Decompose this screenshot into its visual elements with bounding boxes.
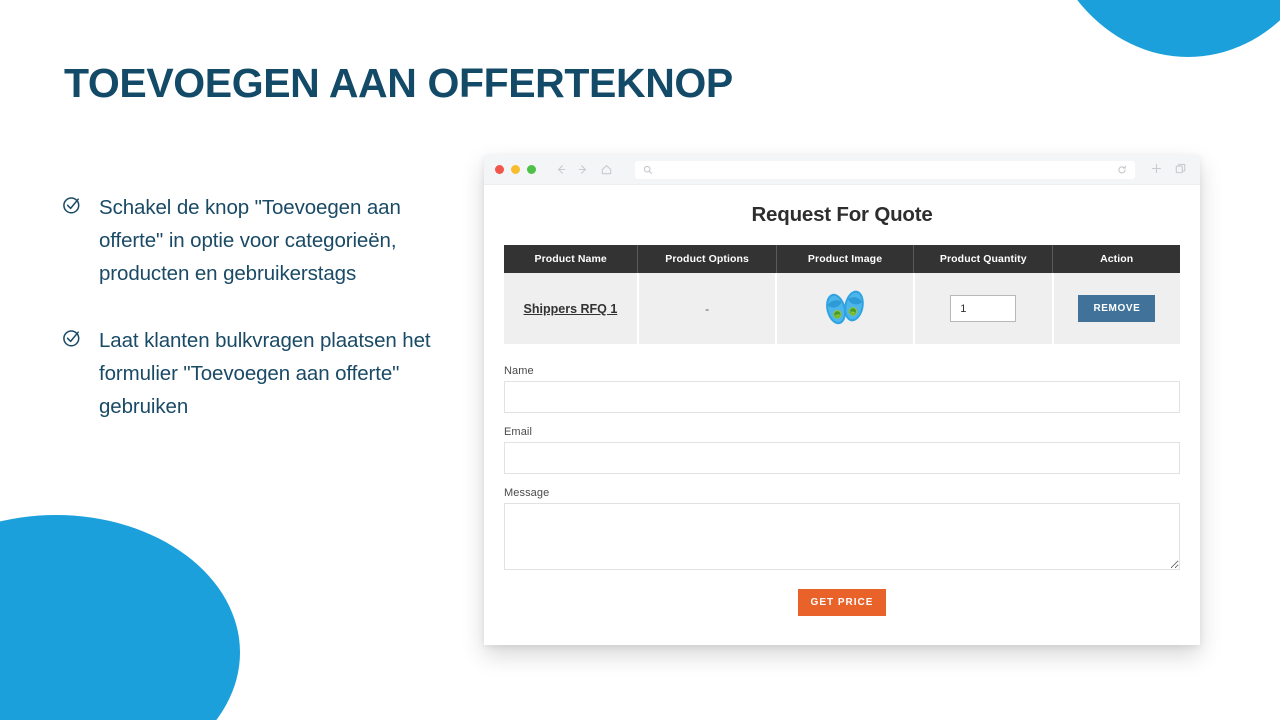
email-field-group: Email [504, 426, 1180, 474]
cell-product-options: - [637, 273, 778, 344]
home-icon[interactable] [600, 163, 613, 176]
name-field-group: Name [504, 365, 1180, 413]
decorative-shape-bottom-left [0, 515, 240, 720]
blue-slippers-product-image [816, 283, 874, 331]
back-arrow-icon[interactable] [554, 163, 567, 176]
cell-product-image [776, 273, 915, 344]
name-field-label: Name [504, 365, 534, 377]
cell-product-quantity [913, 273, 1054, 344]
get-price-button[interactable]: GET PRICE [797, 589, 887, 616]
bullet-list: Schakel de knop "Toevoegen aan offerte" … [62, 191, 462, 457]
list-item: Schakel de knop "Toevoegen aan offerte" … [62, 191, 462, 290]
submit-row: GET PRICE [504, 589, 1180, 616]
search-icon [643, 165, 653, 175]
list-item-label: Schakel de knop "Toevoegen aan offerte" … [99, 196, 401, 285]
column-header-product-quantity: Product Quantity [913, 245, 1054, 273]
column-header-action: Action [1052, 245, 1180, 273]
product-options-value: - [705, 301, 710, 316]
page-content: Request For Quote Product Name Product O… [484, 185, 1200, 645]
check-circle-icon [62, 195, 82, 215]
browser-window: Request For Quote Product Name Product O… [484, 155, 1200, 645]
product-name-link[interactable]: Shippers RFQ 1 [524, 302, 618, 316]
quantity-input[interactable] [950, 295, 1017, 322]
list-item-label: Laat klanten bulkvragen plaatsen het for… [99, 329, 431, 418]
name-input[interactable] [504, 381, 1180, 413]
copy-tabs-icon[interactable] [1175, 161, 1186, 179]
table-row: Shippers RFQ 1 - 1 REMOVE [504, 273, 1180, 344]
message-field-label: Message [504, 487, 550, 499]
cell-action: REMOVE [1052, 273, 1180, 344]
column-header-product-name: Product Name [504, 245, 639, 273]
list-item: Laat klanten bulkvragen plaatsen het for… [62, 324, 462, 423]
toolbar-right-actions[interactable] [1151, 161, 1186, 179]
maximize-window-icon[interactable] [527, 165, 536, 174]
remove-button[interactable]: REMOVE [1078, 295, 1156, 322]
email-input[interactable] [504, 442, 1180, 474]
minimize-window-icon[interactable] [511, 165, 520, 174]
address-bar[interactable] [635, 160, 1135, 179]
navigation-controls[interactable] [554, 163, 613, 176]
message-textarea[interactable] [504, 503, 1180, 570]
column-header-product-options: Product Options [637, 245, 777, 273]
window-controls[interactable] [495, 165, 536, 174]
cell-product-name: Shippers RFQ 1 [504, 273, 639, 344]
rfq-table: Product Name Product Options Product Ima… [504, 245, 1180, 344]
email-field-label: Email [504, 426, 533, 438]
reload-icon[interactable] [1117, 165, 1127, 175]
rfq-heading: Request For Quote [751, 203, 933, 226]
close-window-icon[interactable] [495, 165, 504, 174]
decorative-shape-top-right [1038, 0, 1280, 57]
forward-arrow-icon[interactable] [577, 163, 590, 176]
check-circle-icon [62, 328, 82, 348]
message-field-group: Message [504, 487, 1180, 570]
page-title: TOEVOEGEN AAN OFFERTEKNOP [64, 60, 733, 106]
plus-icon[interactable] [1151, 161, 1162, 179]
table-header-row: Product Name Product Options Product Ima… [504, 245, 1180, 273]
browser-toolbar [484, 155, 1200, 185]
column-header-product-image: Product Image [776, 245, 915, 273]
